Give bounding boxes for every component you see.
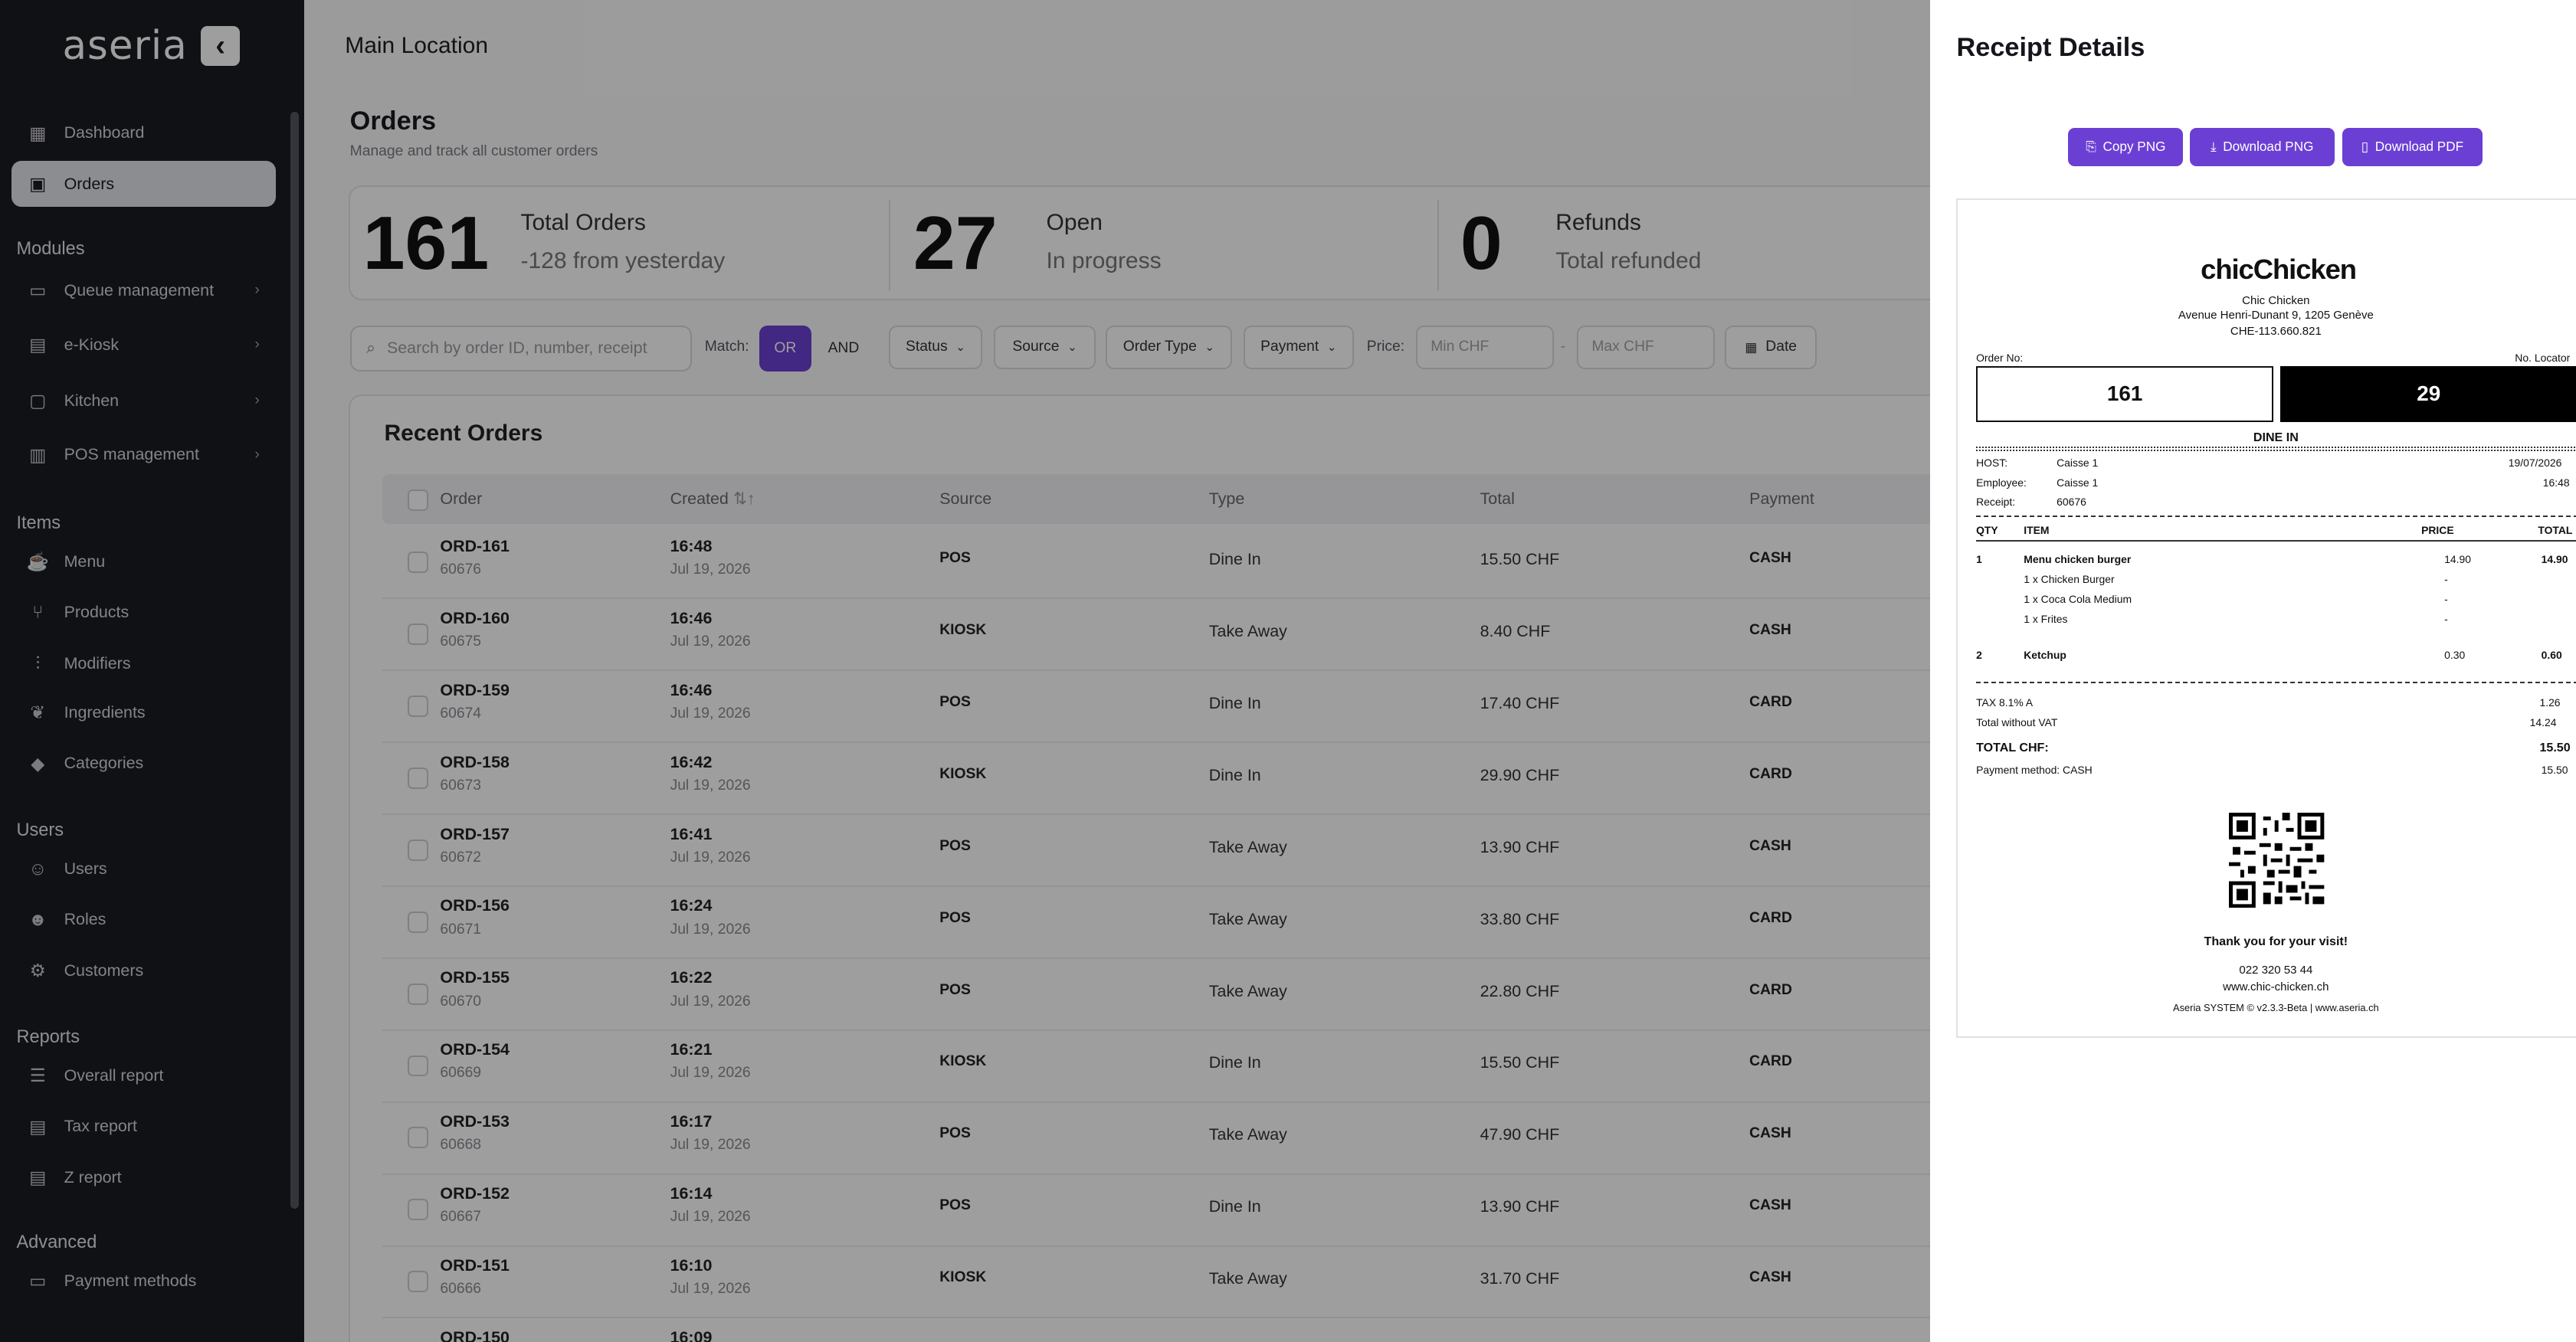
col-item: ITEM	[2024, 523, 2050, 536]
order-no-box: 161	[1976, 365, 2274, 422]
thank-you-message: Thank you for your visit!	[2204, 934, 2348, 948]
divider	[1976, 681, 2576, 683]
host-value: Caisse 1	[2057, 456, 2099, 469]
col-total: TOTAL	[2538, 523, 2573, 536]
receipt-time: 16:48	[2542, 476, 2570, 489]
line-item: Menu chicken burger	[2024, 553, 2132, 566]
line-item: 1 x Coca Cola Medium	[2024, 592, 2132, 605]
receipt-label: Receipt:	[1976, 496, 2016, 509]
line-qty: 1	[1976, 553, 1982, 566]
divider	[1976, 516, 2576, 517]
receipt-details-panel: Receipt Details ⎘ Copy PNG ⤓ Download PN…	[1930, 0, 2576, 1342]
download-pdf-button[interactable]: ▯ Download PDF	[2342, 128, 2483, 166]
download-png-label: Download PNG	[2223, 139, 2314, 155]
line-item: 1 x Frites	[2024, 612, 2068, 625]
copy-png-label: Copy PNG	[2102, 139, 2166, 155]
line-price: -	[2444, 592, 2448, 605]
divider	[1976, 447, 2576, 452]
locator-box: 29	[2279, 365, 2576, 422]
col-qty: QTY	[1976, 523, 1998, 536]
line-price: -	[2444, 612, 2448, 625]
receipt-number: 60676	[2057, 496, 2086, 509]
total-value: 15.50	[2539, 740, 2571, 754]
download-png-button[interactable]: ⤓ Download PNG	[2189, 128, 2335, 166]
receipt-preview: chicChicken Chic Chicken Avenue Henri-Du…	[1956, 198, 2576, 1038]
line-price: 0.30	[2444, 648, 2466, 661]
total-label: TOTAL CHF:	[1976, 740, 2049, 754]
download-pdf-label: Download PDF	[2374, 139, 2464, 155]
store-address: Avenue Henri-Dunant 9, 1205 Genève	[2178, 308, 2374, 322]
panel-title: Receipt Details	[1956, 32, 2145, 62]
store-website: www.chic-chicken.ch	[2223, 980, 2329, 993]
line-price: 14.90	[2444, 553, 2471, 566]
document-icon: ▯	[2361, 139, 2369, 155]
locator-label: No. Locator	[2515, 351, 2571, 364]
store-name: Chic Chicken	[2242, 293, 2310, 307]
copy-png-button[interactable]: ⎘ Copy PNG	[2068, 128, 2184, 166]
col-price: PRICE	[2421, 523, 2454, 536]
line-price: -	[2444, 573, 2448, 586]
tax-value: 1.26	[2539, 696, 2561, 709]
store-vat-id: CHE-113.660.821	[2230, 325, 2322, 339]
modal-backdrop[interactable]	[0, 0, 1931, 1342]
line-item: 1 x Chicken Burger	[2024, 573, 2115, 586]
line-total: 14.90	[2541, 553, 2568, 566]
receipt-footer: Aseria SYSTEM © v2.3.3-Beta | www.aseria…	[2173, 1001, 2379, 1013]
line-total: 0.60	[2541, 648, 2562, 661]
qr-code	[2229, 813, 2325, 908]
novat-value: 14.24	[2529, 715, 2557, 728]
copy-icon: ⎘	[2086, 139, 2096, 155]
divider	[1976, 540, 2576, 542]
employee-label: Employee:	[1976, 476, 2027, 489]
order-mode: DINE IN	[2253, 430, 2299, 444]
tax-label: TAX 8.1% A	[1976, 696, 2034, 709]
employee-value: Caisse 1	[2057, 476, 2099, 489]
order-no-label: Order No:	[1976, 351, 2024, 364]
download-icon: ⤓	[2211, 139, 2217, 155]
chic-chicken-logo: chicChicken	[2201, 253, 2357, 285]
line-qty: 2	[1976, 648, 1982, 661]
line-item: Ketchup	[2024, 648, 2066, 661]
novat-label: Total without VAT	[1976, 715, 2058, 728]
host-label: HOST:	[1976, 456, 2008, 469]
payment-method-label: Payment method: CASH	[1976, 763, 2093, 776]
receipt-date: 19/07/2026	[2508, 456, 2562, 469]
store-phone: 022 320 53 44	[2239, 964, 2313, 977]
payment-method-value: 15.50	[2541, 763, 2568, 776]
